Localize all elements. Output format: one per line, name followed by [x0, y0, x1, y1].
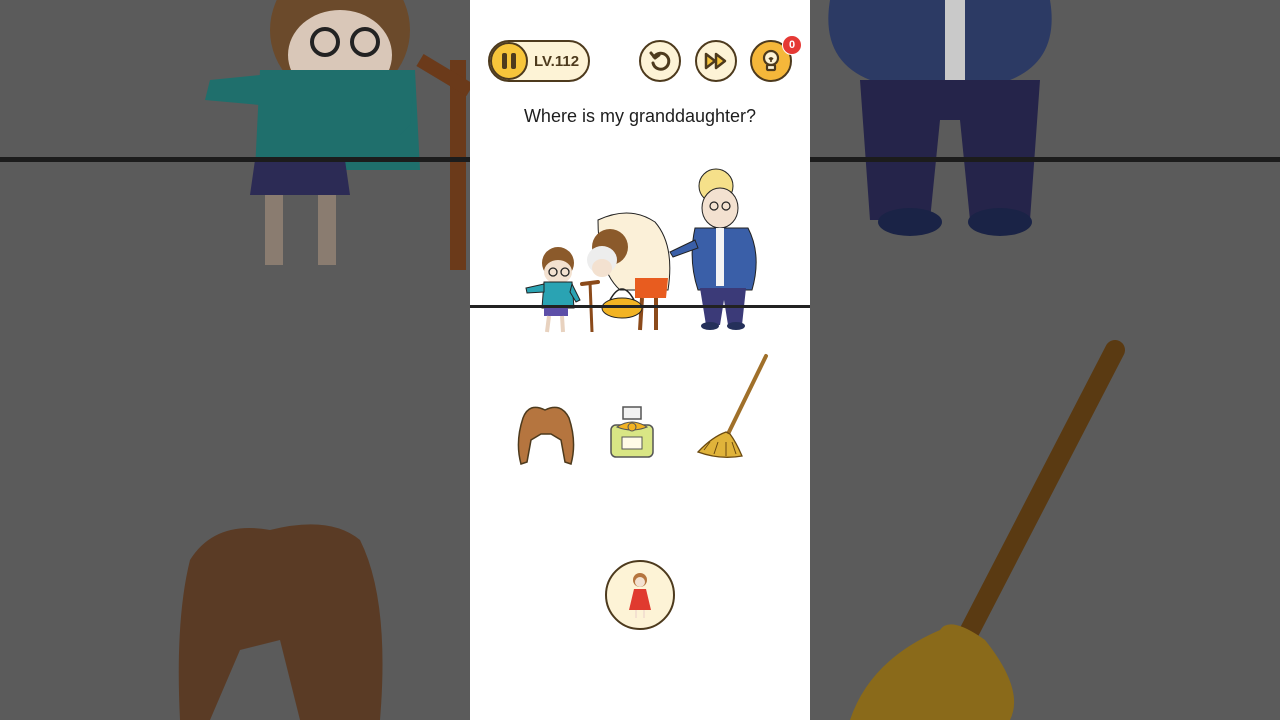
pause-icon-bar	[511, 53, 516, 69]
skip-button[interactable]	[695, 40, 737, 82]
restart-icon	[649, 51, 671, 71]
hint-count-badge: 0	[782, 35, 802, 55]
pause-icon	[502, 53, 507, 69]
wig-item[interactable]	[515, 400, 577, 466]
mop-item[interactable]	[692, 352, 774, 460]
ground-line	[470, 305, 810, 308]
perfume-bottle-item[interactable]	[607, 405, 657, 461]
background-left-panel	[0, 0, 470, 720]
pause-button[interactable]	[490, 42, 528, 80]
level-pill: LV.112	[488, 40, 590, 82]
scene-characters	[525, 168, 757, 333]
background-boy-zoom	[178, 0, 470, 720]
skip-icon	[704, 52, 727, 70]
background-ground-line	[0, 157, 470, 162]
background-ground-line	[810, 157, 1280, 162]
level-label: LV.112	[534, 53, 580, 70]
question-text: Where is my granddaughter?	[523, 106, 757, 126]
lightbulb-icon	[762, 49, 780, 72]
boy-character	[525, 247, 581, 333]
granddaughter-icon	[629, 573, 651, 618]
grandma-character	[587, 212, 671, 331]
granddaughter-target-slot[interactable]	[605, 560, 675, 630]
background-man-zoom	[828, 0, 1125, 720]
restart-button[interactable]	[639, 40, 681, 82]
game-screen: LV.112 0 Where is my granddaughter?	[470, 0, 810, 720]
background-right-panel	[810, 0, 1280, 720]
